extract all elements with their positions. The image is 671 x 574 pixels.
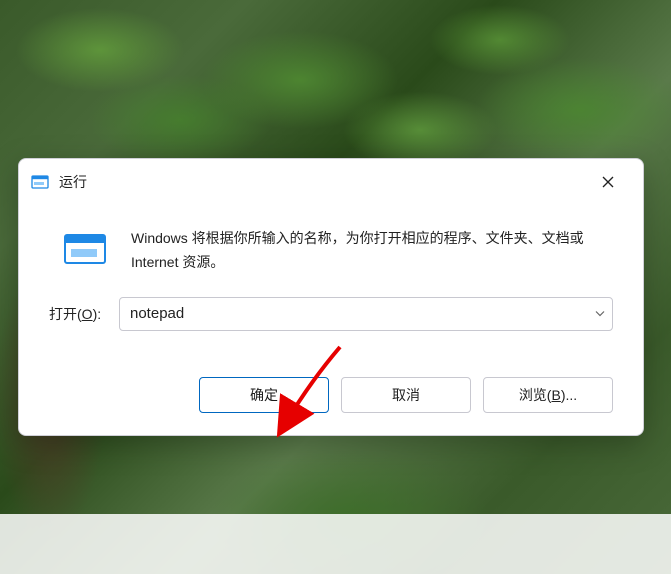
dialog-title: 运行	[59, 172, 585, 192]
dialog-body: Windows 将根据你所输入的名称，为你打开相应的程序、文件夹、文档或 Int…	[19, 205, 643, 353]
dialog-description: Windows 将根据你所输入的名称，为你打开相应的程序、文件夹、文档或 Int…	[131, 225, 613, 275]
open-row: 打开(O):	[49, 297, 613, 331]
info-row: Windows 将根据你所输入的名称，为你打开相应的程序、文件夹、文档或 Int…	[49, 225, 613, 275]
run-program-icon	[61, 225, 109, 273]
open-combobox[interactable]	[119, 297, 613, 331]
browse-button[interactable]: 浏览(B)...	[483, 377, 613, 413]
desktop-background-bottom	[0, 514, 671, 574]
titlebar: 运行	[19, 159, 643, 205]
run-dialog: 运行 Windows 将根据你所输入的名称，为你打开相应的程序、文件夹、文档或 …	[18, 158, 644, 436]
open-label: 打开(O):	[49, 304, 119, 324]
cancel-button[interactable]: 取消	[341, 377, 471, 413]
button-row: 确定 取消 浏览(B)...	[19, 353, 643, 435]
run-title-icon	[31, 173, 49, 191]
ok-button[interactable]: 确定	[199, 377, 329, 413]
open-input[interactable]	[119, 297, 613, 331]
close-button[interactable]	[585, 164, 631, 200]
